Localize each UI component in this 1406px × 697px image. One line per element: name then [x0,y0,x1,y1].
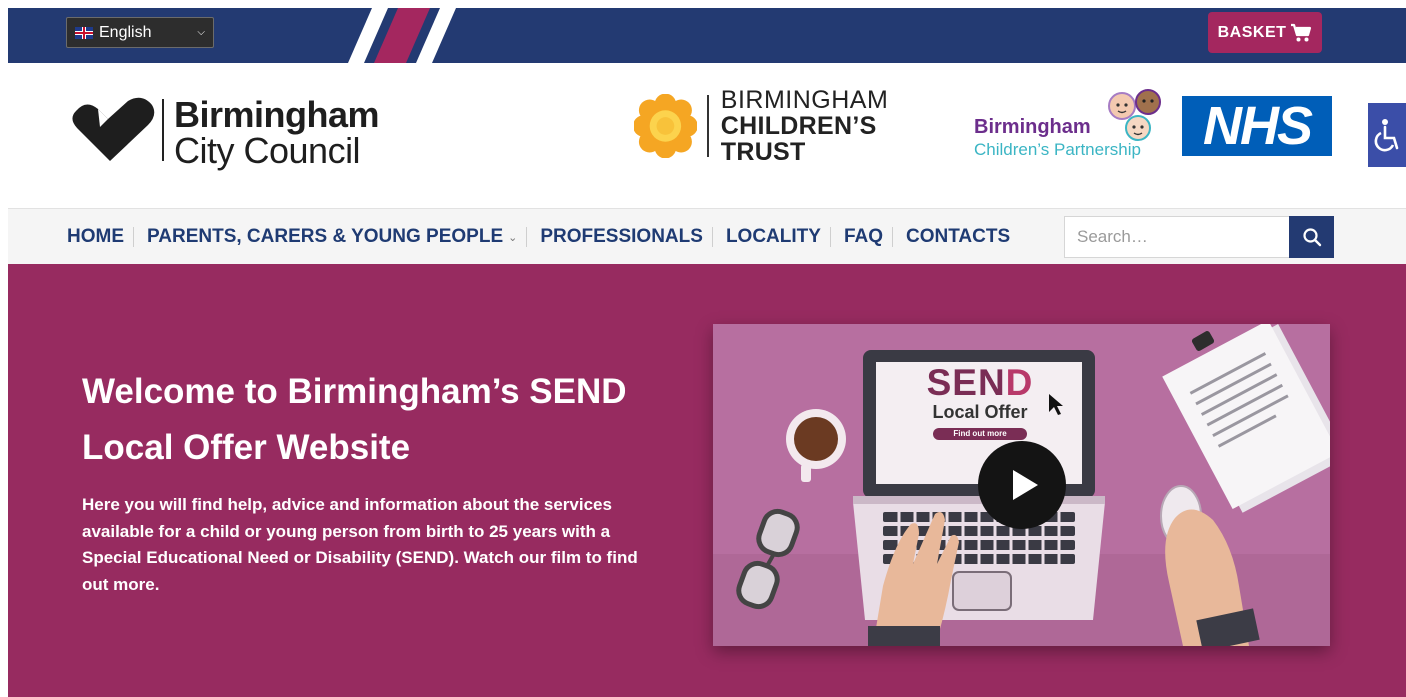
play-button[interactable] [978,441,1066,529]
nav-item-label: PARENTS, CARERS & YOUNG PEOPLE [147,226,504,247]
search-button[interactable] [1289,216,1334,258]
nav-item-professionals[interactable]: PROFESSIONALS [540,226,703,248]
bct-logo-line1: BIRMINGHAM [720,85,889,114]
accessibility-button[interactable] [1368,103,1406,167]
intro-video[interactable]: SEND Local Offer Find out more [713,324,1330,646]
top-bar: English ⌵ BASKET [8,8,1406,63]
nhs-logo[interactable]: NHS [1182,96,1332,156]
nav-item-faq[interactable]: FAQ [844,226,883,248]
hero-title: Welcome to Birmingham’s SEND Local Offer… [82,372,627,467]
bcc-logo-line2: City Council [174,130,361,171]
uk-flag-icon [75,26,93,39]
nav-item-locality[interactable]: LOCALITY [726,226,821,248]
video-screen-content: SEND Local Offer Find out more [877,364,1083,441]
search-input[interactable] [1064,216,1290,258]
video-screen-subtitle: Local Offer [932,402,1028,422]
nav-separator [526,227,528,247]
bcc-logo-line1: Birmingham [174,94,380,135]
language-label: English [99,23,152,41]
nav-item-parents-carers[interactable]: PARENTS, CARERS & YOUNG PEOPLE ⌄ [147,226,517,248]
birmingham-city-council-logo[interactable]: Birmingham City Council [70,97,400,177]
search-icon [1302,228,1321,247]
language-select[interactable]: English ⌵ [66,17,214,48]
nav-item-home[interactable]: HOME [67,226,124,248]
main-navigation: HOME PARENTS, CARERS & YOUNG PEOPLE ⌄ PR… [8,208,1406,264]
bcc-divider [162,99,164,161]
video-screen-title: SEND [926,362,1034,403]
sunflower-icon [634,94,697,158]
video-screen-button: Find out more [933,428,1027,440]
nav-separator [829,227,831,247]
decorative-stripes [348,8,456,63]
bcc-heart-mark-icon [72,97,155,161]
hero-banner: Welcome to Birmingham’s SEND Local Offer… [8,264,1406,697]
bcp-logo-line1: Birmingham [974,116,1091,138]
bct-logo-line2: CHILDREN’S TRUST [720,111,877,167]
birmingham-childrens-trust-logo[interactable]: BIRMINGHAM CHILDREN’S TRUST [634,86,964,165]
nav-separator [133,227,134,247]
chevron-down-icon: ⌄ [508,231,518,244]
basket-label: BASKET [1217,23,1287,41]
chevron-down-icon: ⌵ [197,27,205,38]
nav-item-contacts[interactable]: CONTACTS [906,226,1010,248]
bct-divider [706,95,709,157]
basket-button[interactable]: BASKET [1208,12,1322,53]
family-faces-icon [1108,89,1161,141]
birmingham-childrens-partnership-logo[interactable]: Birmingham Children’s Partnership [974,88,1174,164]
hero-description: Here you will find help, advice and info… [82,495,638,594]
cart-icon [1291,23,1312,41]
nav-separator [711,227,713,247]
play-icon [1013,470,1038,500]
nav-separator [892,227,893,247]
wheelchair-icon [1374,119,1399,152]
